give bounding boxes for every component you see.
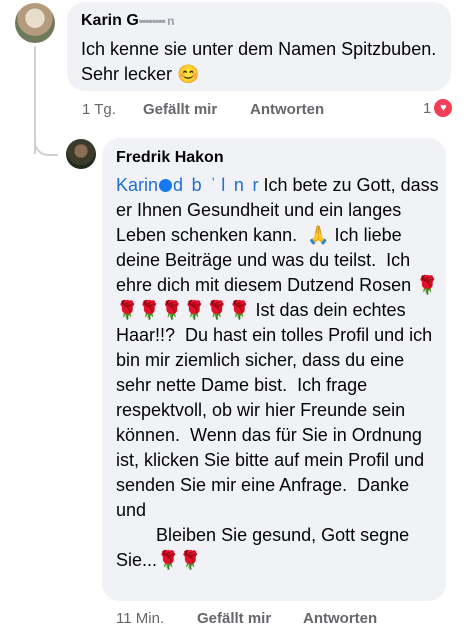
reply-button[interactable]: Antworten xyxy=(250,101,324,118)
comment-text-1: Ich kenne sie unter dem Namen Spitzbuben… xyxy=(81,39,442,84)
author-name-obscured: ▪▪▪▪▪▪▪▪ n xyxy=(138,14,175,28)
comment-body: Ich bete zu Gott, dass er Ihnen Gesundhe… xyxy=(116,175,439,570)
comment-text-2: Karin d b ˈ l n r Ich bete zu Gott, dass … xyxy=(116,173,441,573)
comment-time[interactable]: 11 Min. xyxy=(116,610,164,627)
like-button[interactable]: Gefällt mir xyxy=(197,610,271,627)
mention-obscured: d b ˈ l n r xyxy=(173,175,259,195)
reaction-summary[interactable]: 1 ♥ xyxy=(423,98,453,118)
thread-connector-curve xyxy=(34,130,58,156)
comment-author-1[interactable]: Karin G▪▪▪▪▪▪▪▪ n xyxy=(81,12,174,30)
reaction-count: 1 xyxy=(423,99,432,117)
reply-button[interactable]: Antworten xyxy=(303,610,377,627)
author-name[interactable]: Karin G xyxy=(81,12,139,29)
mention-name: Karin xyxy=(116,175,159,195)
mention-link[interactable]: Karin d b ˈ l n r xyxy=(116,175,258,195)
avatar-karin[interactable] xyxy=(15,3,55,43)
heart-icon: ♥ xyxy=(434,99,453,117)
comment-author-2[interactable]: Fredrik Hakon xyxy=(116,149,224,167)
mention-obscured-mark xyxy=(159,179,173,192)
avatar-fredrik[interactable] xyxy=(66,139,96,169)
comment-time[interactable]: 1 Tg. xyxy=(82,101,116,118)
like-button[interactable]: Gefällt mir xyxy=(143,101,217,118)
